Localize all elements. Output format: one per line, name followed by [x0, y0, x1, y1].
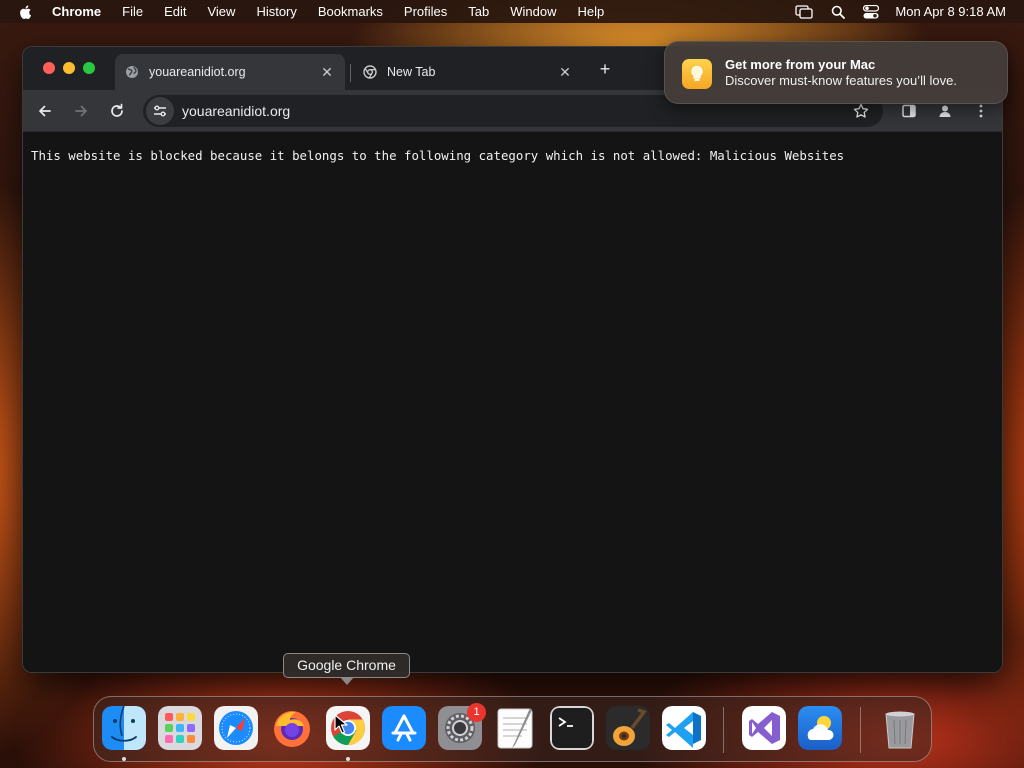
menu-edit[interactable]: Edit — [164, 4, 186, 19]
page-content: This website is blocked because it belon… — [23, 133, 1002, 672]
mouse-cursor-icon — [334, 714, 348, 734]
dock-terminal-icon[interactable] — [550, 706, 594, 750]
dock-safari-icon[interactable] — [214, 706, 258, 750]
tab-separator — [350, 64, 351, 82]
menu-help[interactable]: Help — [578, 4, 605, 19]
menu-file[interactable]: File — [122, 4, 143, 19]
notification-banner[interactable]: Get more from your Mac Discover must-kno… — [664, 41, 1008, 104]
running-indicator — [346, 757, 350, 761]
screen-mirroring-icon[interactable] — [795, 4, 814, 19]
dock-visual-studio-icon[interactable] — [742, 706, 786, 750]
menu-bookmarks[interactable]: Bookmarks — [318, 4, 383, 19]
tab-new-tab[interactable]: New Tab ✕ — [353, 54, 583, 90]
menu-view[interactable]: View — [207, 4, 235, 19]
dock-separator — [860, 707, 861, 753]
dock-firefox-icon[interactable] — [270, 706, 314, 750]
window-maximize-button[interactable] — [83, 62, 95, 74]
menu-profiles[interactable]: Profiles — [404, 4, 447, 19]
control-center-icon[interactable] — [863, 4, 880, 19]
dock-trash-icon[interactable] — [878, 706, 922, 750]
tooltip-arrow — [340, 677, 354, 685]
dock-weather-icon[interactable] — [798, 706, 842, 750]
dock-separator — [723, 707, 724, 753]
dock-finder-icon[interactable] — [102, 706, 146, 750]
lightbulb-icon — [682, 59, 712, 89]
apple-icon[interactable] — [18, 4, 34, 20]
window-minimize-button[interactable] — [63, 62, 75, 74]
tab-title: New Tab — [387, 65, 436, 79]
running-indicator — [122, 757, 126, 761]
menu-window[interactable]: Window — [510, 4, 556, 19]
tab-title: youareanidiot.org — [149, 65, 246, 79]
menu-bar: Chrome File Edit View History Bookmarks … — [0, 0, 1024, 23]
globe-icon — [126, 66, 138, 78]
close-tab-icon[interactable]: ✕ — [557, 64, 573, 80]
menu-app-name[interactable]: Chrome — [52, 4, 101, 19]
dock-garageband-icon[interactable] — [606, 706, 650, 750]
profile-icon[interactable] — [935, 101, 955, 121]
notification-badge: 1 — [467, 703, 486, 722]
dock-tooltip: Google Chrome — [283, 653, 410, 678]
menu-tab[interactable]: Tab — [468, 4, 489, 19]
spotlight-icon[interactable] — [831, 5, 846, 19]
dock-textedit-icon[interactable] — [494, 706, 538, 750]
dock-vscode-icon[interactable] — [662, 706, 706, 750]
new-tab-plus-icon[interactable]: + — [595, 59, 615, 79]
bookmark-star-icon[interactable] — [853, 103, 869, 122]
notification-title: Get more from your Mac — [725, 57, 876, 72]
site-info-icon[interactable] — [146, 97, 174, 125]
close-tab-icon[interactable]: ✕ — [319, 64, 335, 80]
more-menu-icon[interactable] — [971, 101, 991, 121]
window-close-button[interactable] — [43, 62, 55, 74]
forward-arrow-icon[interactable] — [71, 101, 91, 121]
chrome-icon — [363, 65, 377, 79]
dock-app-store-icon[interactable] — [382, 706, 426, 750]
back-arrow-icon[interactable] — [35, 101, 55, 121]
dock — [93, 696, 932, 762]
reload-icon[interactable] — [107, 101, 127, 121]
tab-youareanidiot[interactable]: youareanidiot.org ✕ — [115, 54, 345, 90]
side-panel-icon[interactable] — [899, 101, 919, 121]
blocked-message: This website is blocked because it belon… — [31, 148, 845, 163]
notification-body: Discover must-know features you’ll love. — [725, 73, 957, 88]
browser-window: youareanidiot.org ✕ New Tab ✕ + youarean… — [22, 46, 1003, 673]
menu-bar-clock[interactable]: Mon Apr 8 9:18 AM — [895, 4, 1006, 19]
dock-chrome-icon[interactable] — [326, 706, 370, 750]
menu-history[interactable]: History — [256, 4, 296, 19]
dock-launchpad-icon[interactable] — [158, 706, 202, 750]
address-bar-url: youareanidiot.org — [182, 103, 291, 119]
